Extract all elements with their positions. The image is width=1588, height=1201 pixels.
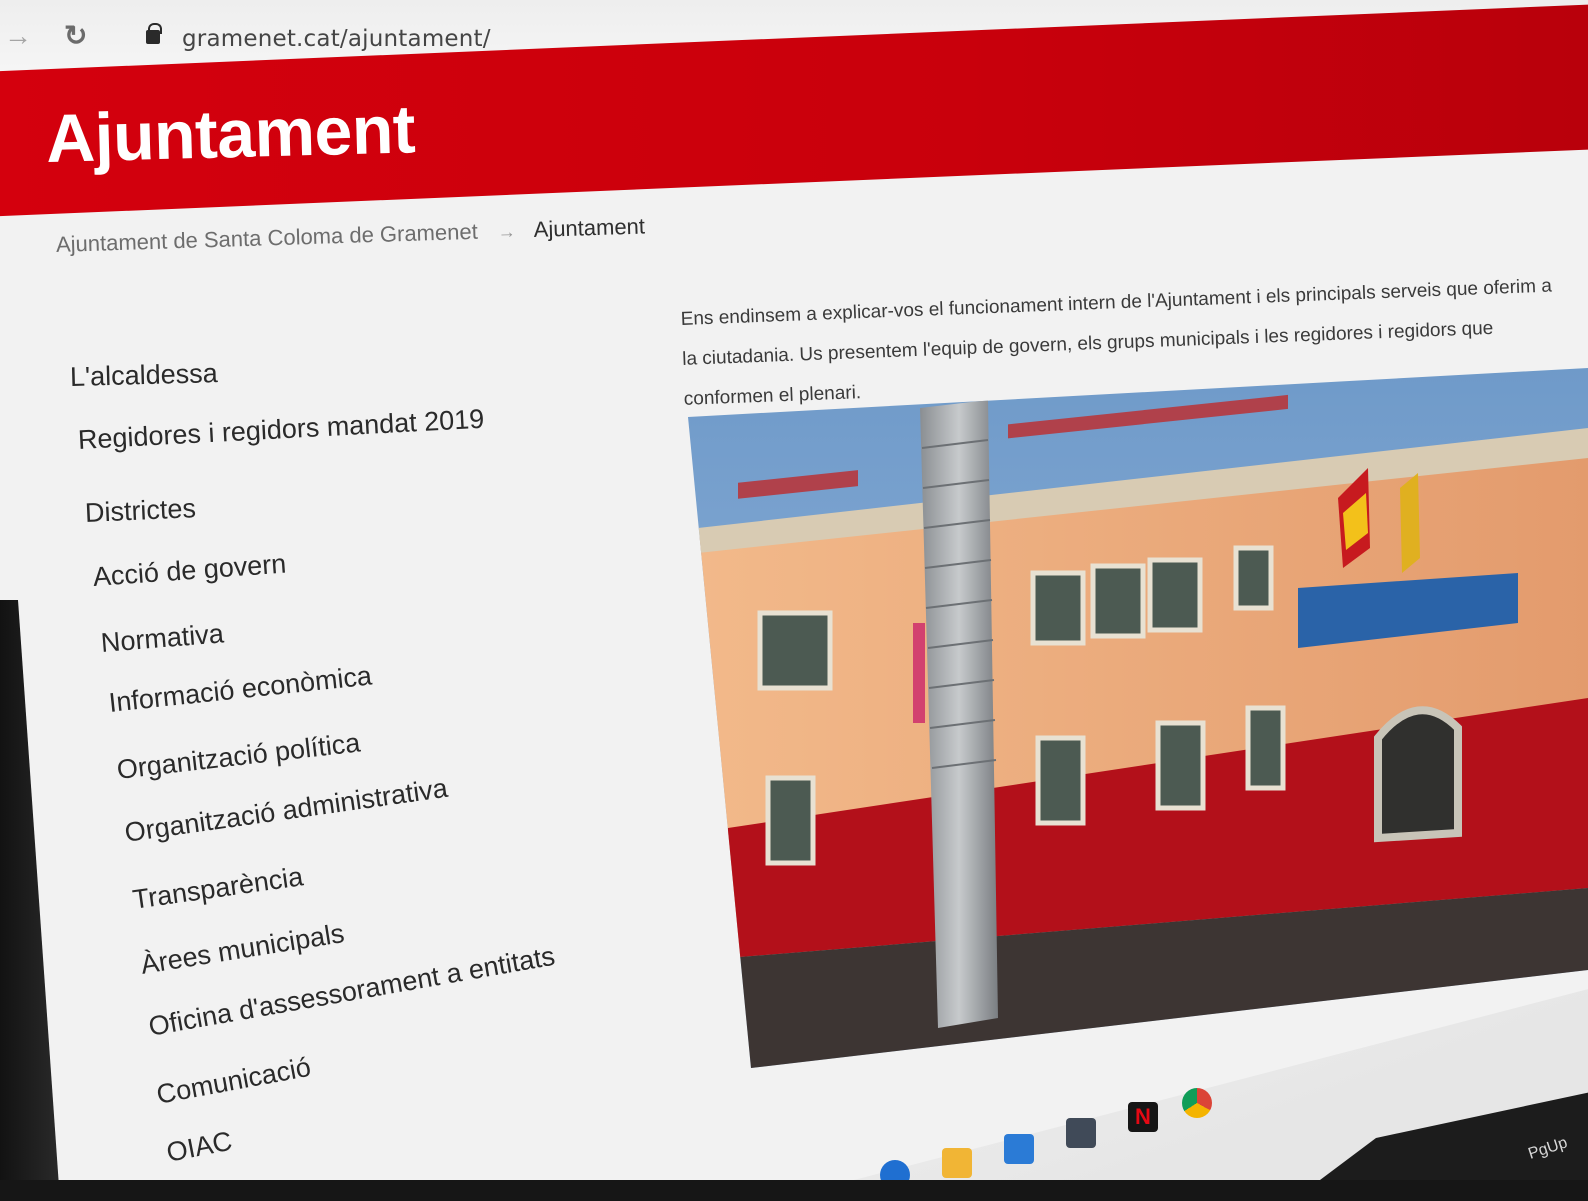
laptop-bezel [0,600,60,1201]
sidebar-item-accio-govern[interactable]: Acció de govern [92,549,287,593]
reload-icon[interactable]: ↻ [64,22,87,50]
sidebar-item-organitzacio-administrativa[interactable]: Organització administrativa [123,773,450,849]
mail-icon[interactable] [1066,1118,1096,1148]
sidebar-item-informacio-economica[interactable]: Informació econòmica [107,660,373,718]
lock-icon[interactable] [146,23,162,44]
netflix-icon[interactable]: N [1128,1102,1158,1132]
breadcrumb: Ajuntament de Santa Coloma de Gramenet → A… [56,213,646,257]
laptop-edge [0,1180,1588,1201]
chrome-icon[interactable] [1182,1088,1212,1118]
sidebar-item-regidors[interactable]: Regidores i regidors mandat 2019 [77,404,485,456]
sidebar-item-districtes[interactable]: Districtes [84,493,196,529]
breadcrumb-current: Ajuntament [533,213,646,242]
town-hall-image [688,368,1588,1068]
screen: → ↻ gramenet.cat/ajuntament/ ☆ Ajuntamen… [0,0,1588,1201]
sidebar-item-transparencia[interactable]: Transparència [131,861,305,916]
forward-icon[interactable]: → [4,22,32,50]
sidebar-item-arees-municipals[interactable]: Àrees municipals [139,918,347,981]
page-title: Ajuntament [45,91,416,177]
breadcrumb-separator-icon: → [497,221,517,243]
town-hall-photo [688,368,1588,1068]
store-icon[interactable] [1004,1134,1034,1164]
folder-icon[interactable] [942,1148,972,1178]
address-bar[interactable]: gramenet.cat/ajuntament/ [182,26,491,52]
sidebar-item-organitzacio-politica[interactable]: Organització política [115,727,362,785]
sidebar-item-alcaldessa[interactable]: L'alcaldessa [70,358,219,393]
breadcrumb-home-link[interactable]: Ajuntament de Santa Coloma de Gramenet [56,219,478,257]
sidebar-item-comunicacio[interactable]: Comunicació [154,1052,313,1111]
sidebar-item-normativa[interactable]: Normativa [100,618,225,659]
sidebar-item-oiac[interactable]: OIAC [164,1126,235,1169]
